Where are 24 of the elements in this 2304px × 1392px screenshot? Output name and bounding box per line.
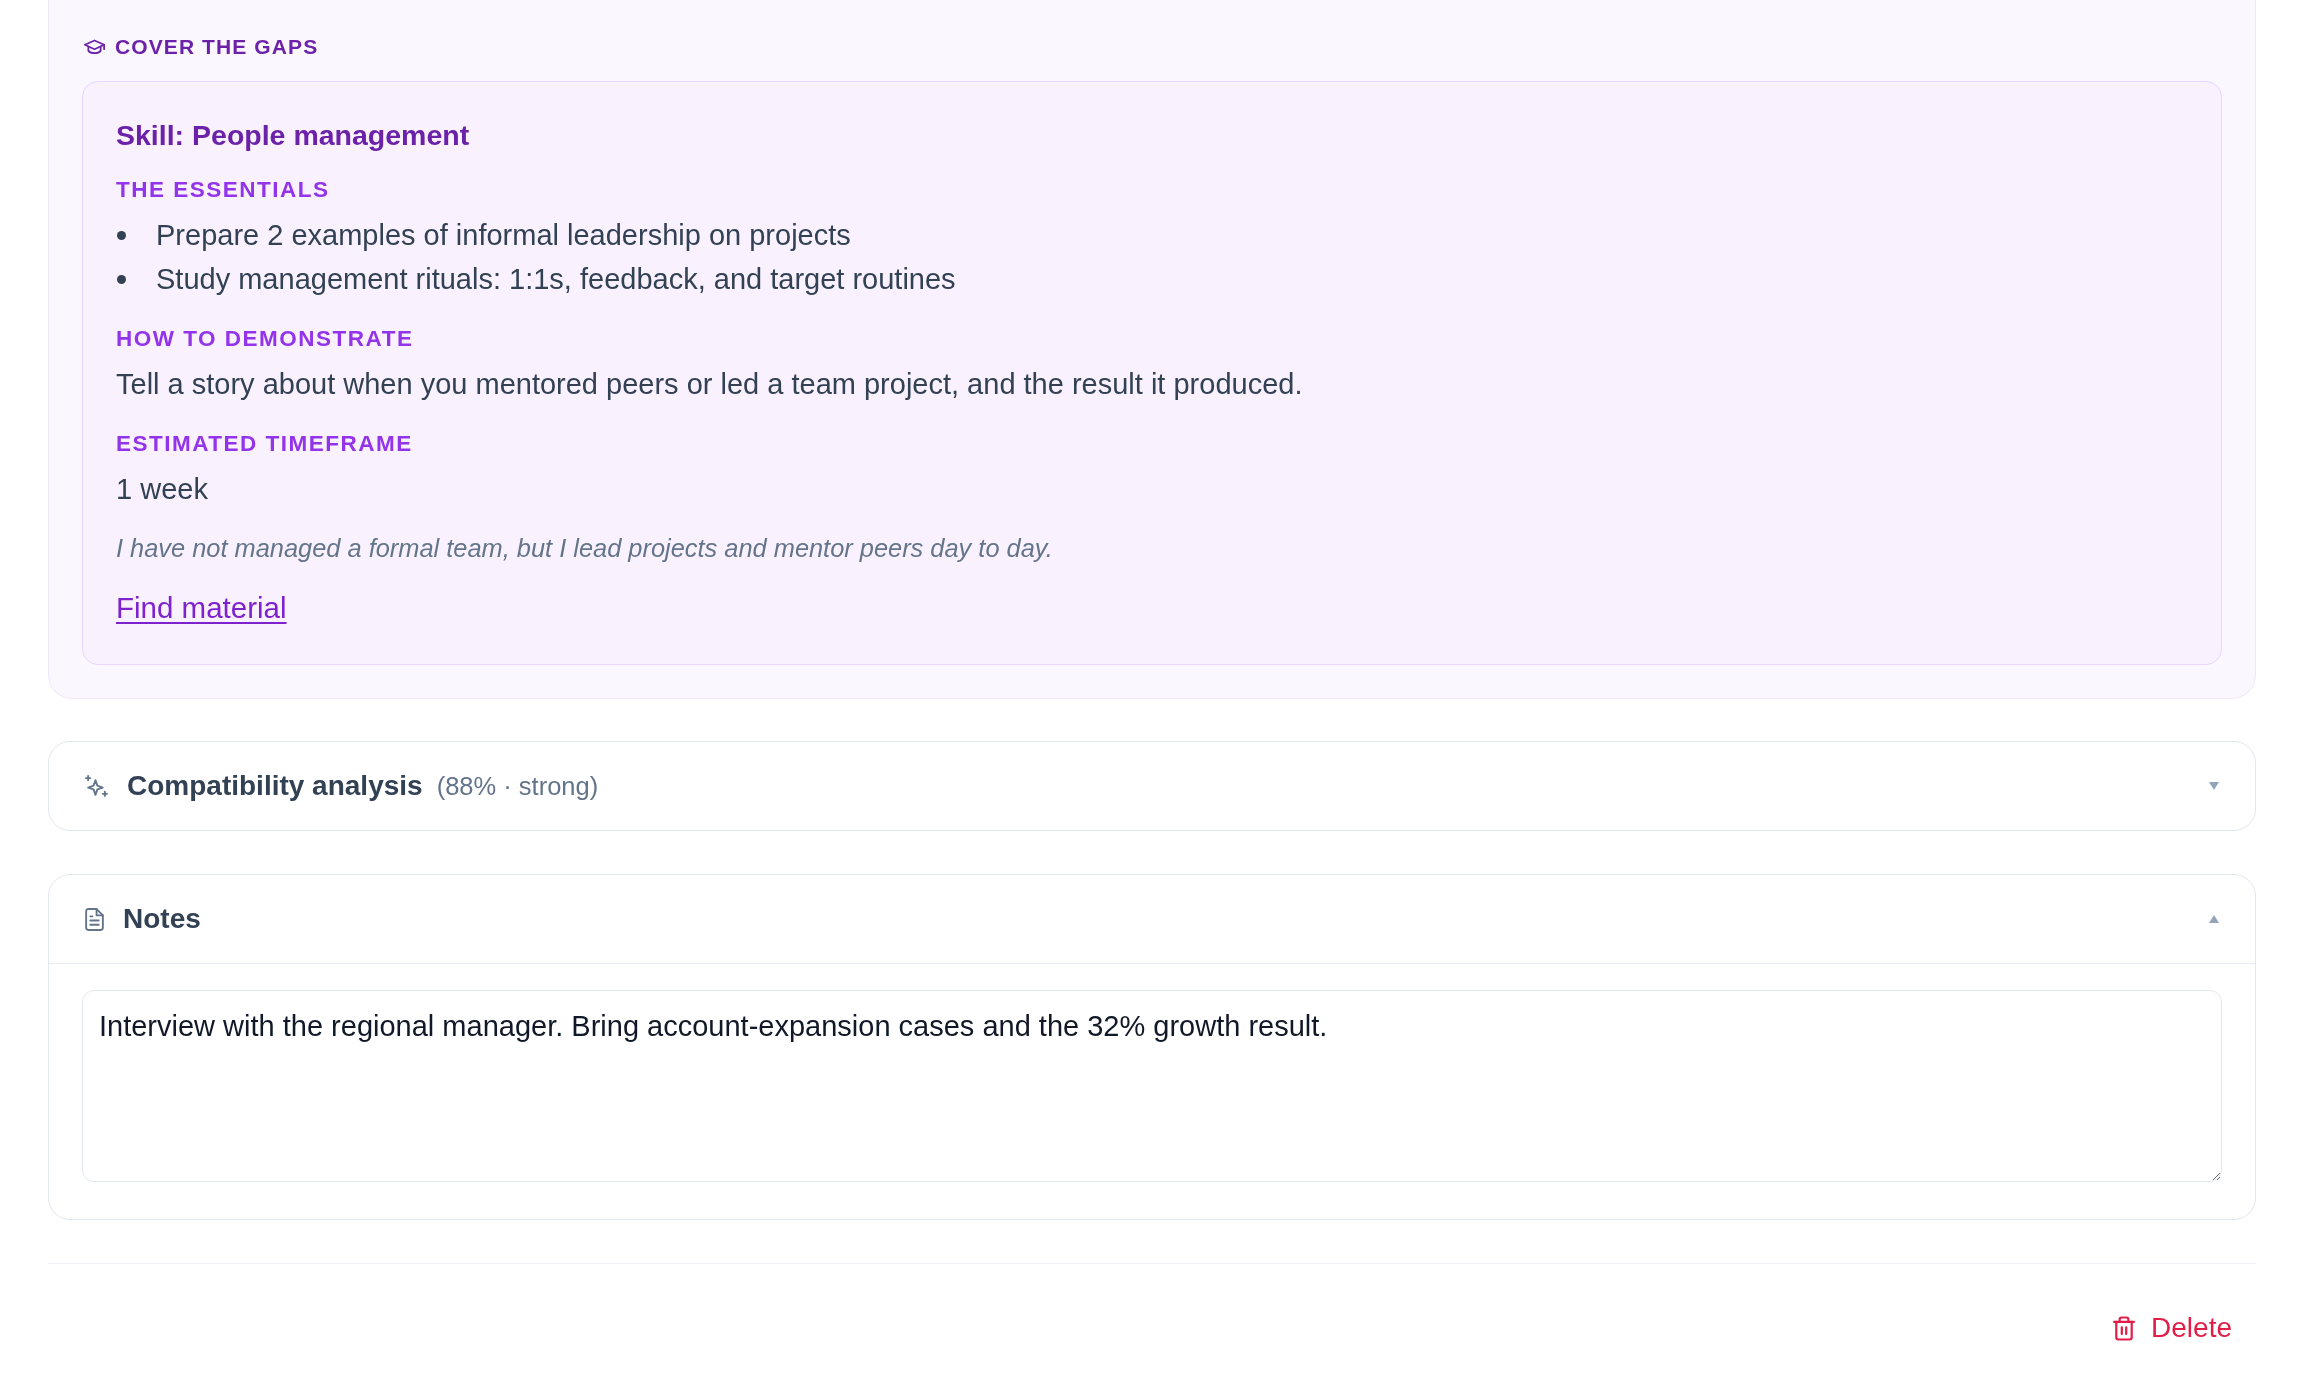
- bullet-icon: [117, 274, 126, 284]
- match-score-text: (88% · strong): [436, 771, 599, 802]
- bullet-text: Prepare 2 examples of informal leadership on projects: [156, 218, 851, 253]
- panel-title: COVER THE GAPS: [115, 35, 319, 59]
- notes-field[interactable]: Interview with the regional manager. Bring account-expansion cases and the 32% growth result.: [82, 990, 2222, 1182]
- delete-button[interactable]: Delete: [2101, 1303, 2244, 1353]
- skill-title: Skill: People management: [116, 118, 471, 152]
- section-heading: ESTIMATED TIMEFRAME: [116, 431, 414, 457]
- sparkles-icon: [85, 774, 108, 798]
- find-material-link[interactable]: Find material: [116, 588, 287, 628]
- panel-title: Compatibility analysis: [127, 769, 423, 803]
- section-text: Tell a story about when you mentored peers or led a team project, and the result it produced.: [116, 367, 1304, 402]
- bullet-text: Study management rituals: 1:1s, feedback, and target routines: [156, 262, 956, 297]
- bullet-icon: [117, 230, 126, 240]
- trash-icon: [2113, 1315, 2136, 1341]
- section-heading: HOW TO DEMONSTRATE: [116, 326, 415, 352]
- document-icon: [85, 907, 104, 931]
- section-heading: THE ESSENTIALS: [116, 177, 331, 203]
- caret-up-icon[interactable]: [2209, 915, 2219, 923]
- caret-down-icon[interactable]: [2209, 782, 2219, 790]
- panel-title: Notes: [123, 902, 201, 936]
- graduation-cap-icon: [84, 39, 105, 55]
- note-text: I have not managed a formal team, but I lead projects and mentor peers day to day.: [116, 533, 1054, 564]
- section-text: 1 week: [116, 472, 209, 507]
